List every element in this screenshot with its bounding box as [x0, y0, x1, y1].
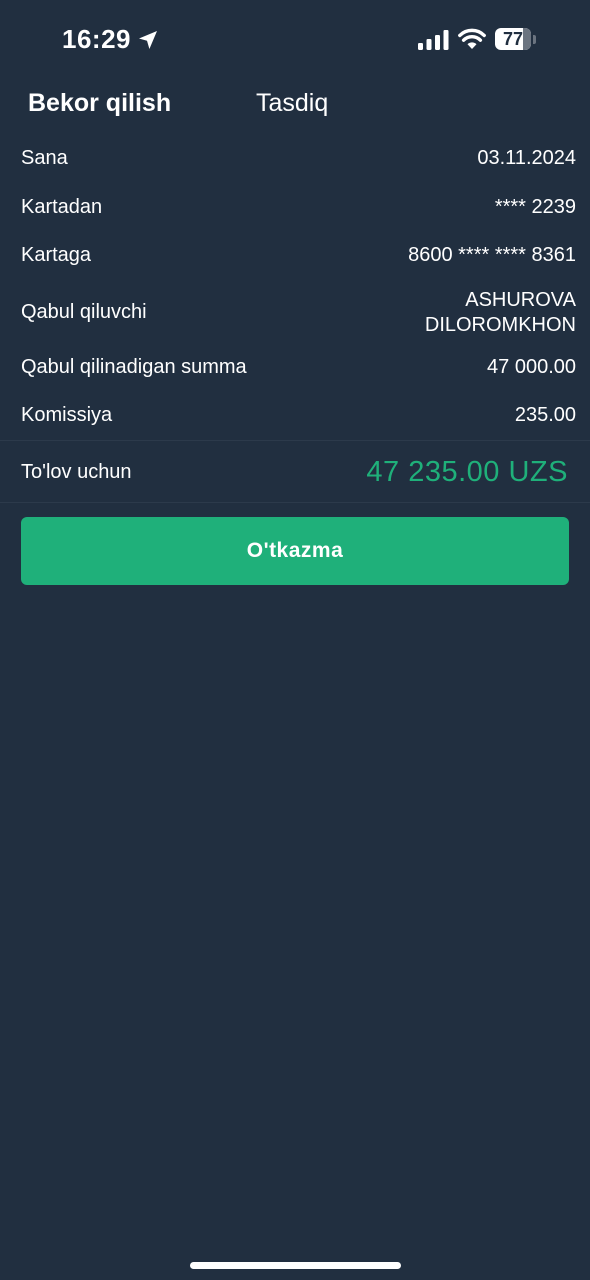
battery-tip — [533, 35, 536, 44]
divider — [0, 502, 590, 503]
to-card-label: Kartaga — [21, 244, 92, 266]
wifi-icon — [458, 28, 486, 49]
status-time: 16:29 — [62, 24, 131, 54]
recipient-value: ASHUROVA DILOROMKHON — [425, 288, 576, 338]
from-card-label: Kartadan — [21, 196, 103, 218]
transfer-button[interactable]: O'tkazma — [21, 517, 569, 585]
date-label: Sana — [21, 147, 68, 169]
recipient-surname: ASHUROVA — [465, 289, 576, 311]
location-arrow-icon — [139, 31, 157, 49]
total-amount: 47 235.00 UZS — [366, 456, 568, 488]
recipient-label: Qabul qiluvchi — [21, 301, 147, 323]
home-indicator[interactable] — [190, 1262, 401, 1269]
confirm-tab[interactable]: Tasdiq — [256, 86, 328, 120]
battery-level: 77 — [502, 29, 524, 49]
cellular-signal-icon — [418, 30, 449, 50]
commission-label: Komissiya — [21, 404, 113, 426]
recipient-row: Qabul qiluvchi ASHUROVA DILOROMKHON — [21, 288, 576, 338]
divider — [0, 440, 590, 441]
cancel-tab[interactable]: Bekor qilish — [28, 86, 171, 120]
battery-icon: 77 — [495, 28, 531, 50]
to-card-value: 8600 **** **** 8361 — [408, 244, 576, 266]
total-label: To'lov uchun — [21, 461, 132, 483]
recipient-name: DILOROMKHON — [424, 314, 576, 336]
received-amount-value: 47 000.00 — [487, 356, 576, 378]
commission-value: 235.00 — [514, 404, 576, 426]
date-value: 03.11.2024 — [477, 147, 576, 169]
status-bar: 16:29 77 — [0, 0, 590, 80]
received-amount-label: Qabul qilinadigan summa — [21, 356, 247, 378]
from-card-value: **** 2239 — [494, 196, 576, 218]
